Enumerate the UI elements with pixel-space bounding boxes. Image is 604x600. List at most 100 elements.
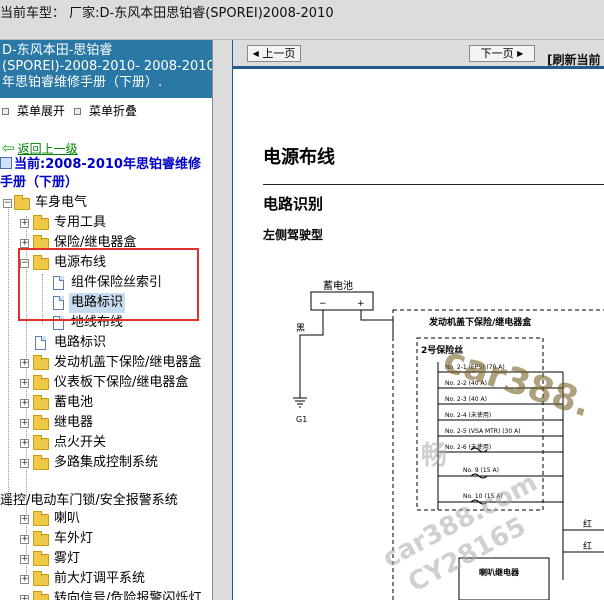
tree-item-horn[interactable]: + 喇叭 xyxy=(0,509,212,529)
tree-item-label: 车身电气 xyxy=(35,195,88,210)
next-page-label: 下一页 xyxy=(480,47,514,60)
fuse-label: No. 10 (15 A) xyxy=(463,493,503,500)
collapse-toggle-icon[interactable]: − xyxy=(3,199,12,208)
tree-item-label: 喇叭 xyxy=(54,511,81,526)
tree-item-label: 车外灯 xyxy=(54,531,94,546)
expand-toggle-icon[interactable]: + xyxy=(20,439,29,448)
manual-icon xyxy=(0,157,12,169)
ground-symbol xyxy=(293,397,307,408)
back-link[interactable]: ⇦ 返回上一级 xyxy=(2,139,78,157)
tree-item-underdash-box[interactable]: + 仪表板下保险/继电器盒 xyxy=(0,373,212,393)
expand-toggle-icon[interactable]: + xyxy=(20,595,29,600)
tree-item-label: 遥控/电动车门锁/安全报警系统 xyxy=(0,493,178,508)
wiring-diagram: 蓄电池 − + 黑 G1 发动机盖下保险/继电器盒 2号保险丝 No. 2-1 … xyxy=(293,280,604,600)
window-title: 当前车型： 厂家:D-东风本田思铂睿(SPOREI)2008-2010 xyxy=(0,6,334,21)
prev-page-label: 上一页 xyxy=(262,47,296,60)
section-subtitle: 左侧驾驶型 xyxy=(263,228,324,242)
manual-header-line: D-东风本田-思铂睿 xyxy=(2,43,113,58)
battery-plus: + xyxy=(357,299,365,309)
folder-open-icon xyxy=(14,195,30,210)
tree-item-label: 转向信号/危险报警闪烁灯 xyxy=(54,591,202,600)
title-rule xyxy=(263,184,604,185)
tree-item-mics[interactable]: + 多路集成控制系统 xyxy=(0,453,212,473)
folder-icon xyxy=(33,355,49,370)
document-icon xyxy=(35,336,46,350)
collapse-all-button[interactable]: 菜单折叠 xyxy=(74,102,137,119)
expand-toggle-icon[interactable]: + xyxy=(20,575,29,584)
tree-item-turn-signal[interactable]: + 转向信号/危险报警闪烁灯 xyxy=(0,589,212,600)
folder-icon xyxy=(33,511,49,526)
next-arrow-icon: ▶ xyxy=(517,49,524,58)
nav-divider xyxy=(233,66,604,69)
fuse-label: No. 9 (15 A) xyxy=(463,467,499,474)
current-manual[interactable]: 当前:2008-2010年思铂睿维修手册（下册） xyxy=(0,156,212,192)
title-bar: 当前车型： 厂家:D-东风本田思铂睿(SPOREI)2008-2010 xyxy=(0,0,604,40)
prev-arrow-icon: ◀ xyxy=(252,49,259,58)
tree-item-exterior-lights[interactable]: + 车外灯 xyxy=(0,529,212,549)
black-wire-label: 黑 xyxy=(296,323,305,334)
tree-item-label: 发动机盖下保险/继电器盒 xyxy=(54,355,202,370)
tree-item-label: 专用工具 xyxy=(54,215,107,230)
back-link-label: 返回上一级 xyxy=(17,142,78,156)
folder-icon xyxy=(33,571,49,586)
panel-splitter[interactable] xyxy=(213,40,233,600)
next-page-button[interactable]: 下一页 ▶ xyxy=(469,45,535,62)
ground-label: G1 xyxy=(296,415,307,424)
tree-item-body-electrical[interactable]: − 车身电气 xyxy=(0,193,212,213)
fuse-label: No. 2-1 (EPS) (70 A) xyxy=(445,364,505,371)
expand-toggle-icon[interactable]: + xyxy=(20,219,29,228)
manual-header-line: 年思铂睿维修手册（下册）. xyxy=(2,75,163,90)
document-title: 电源布线 xyxy=(263,147,335,168)
expand-all-button[interactable]: 菜单展开 xyxy=(2,102,65,119)
expand-toggle-icon[interactable]: + xyxy=(20,515,29,524)
battery-label: 蓄电池 xyxy=(323,280,353,292)
folder-icon xyxy=(33,455,49,470)
tree-item-label: 仪表板下保险/继电器盒 xyxy=(54,375,189,390)
section-title: 电路识别 xyxy=(263,195,324,213)
tree-item-underhood-box[interactable]: + 发动机盖下保险/继电器盒 xyxy=(0,353,212,373)
tree-item-ignition-switch[interactable]: + 点火开关 xyxy=(0,433,212,453)
collapse-all-label: 菜单折叠 xyxy=(89,104,138,118)
folder-icon xyxy=(33,531,49,546)
tree-item-label: 雾灯 xyxy=(54,551,81,566)
tree-item-headlight-leveling[interactable]: + 前大灯调平系统 xyxy=(0,569,212,589)
prev-page-button[interactable]: ◀ 上一页 xyxy=(247,45,301,62)
red-wire-label: 红 xyxy=(583,518,592,530)
tree-item-special-tools[interactable]: + 专用工具 xyxy=(0,213,212,233)
red-wire-label: 红 xyxy=(583,540,592,552)
folder-icon xyxy=(33,415,49,430)
expand-toggle-icon[interactable]: + xyxy=(20,459,29,468)
tree-item-label: 多路集成控制系统 xyxy=(54,455,159,470)
expand-toggle-icon[interactable]: + xyxy=(20,359,29,368)
fuse-label: No. 2-3 (40 A) xyxy=(445,396,487,403)
fuse-label: No. 2-2 (40 A) xyxy=(445,380,487,387)
tree-item-label: 继电器 xyxy=(54,415,94,430)
page-nav-bar: ◀ 上一页 下一页 ▶ [刷新当前 xyxy=(233,40,604,67)
left-nav-panel: D-东风本田-思铂睿 (SPOREI)-2008-2010- 2008-2010… xyxy=(0,40,213,600)
tree-item-relays[interactable]: + 继电器 xyxy=(0,413,212,433)
tree-item-label: 点火开关 xyxy=(54,435,107,450)
fuse-label: No. 2-4 (未使用) xyxy=(445,411,491,419)
tree-item-label: 电路标识 xyxy=(54,335,107,350)
folder-icon xyxy=(33,591,49,600)
tree-item-label: 前大灯调平系统 xyxy=(54,571,146,586)
folder-icon xyxy=(33,395,49,410)
expand-toggle-icon[interactable]: + xyxy=(20,239,29,248)
expand-toggle-icon[interactable]: + xyxy=(20,419,29,428)
battery-minus: − xyxy=(319,299,327,309)
tree-item-circuit-id[interactable]: 电路标识 xyxy=(0,333,212,353)
manual-header: D-东风本田-思铂睿 (SPOREI)-2008-2010- 2008-2010… xyxy=(0,40,213,98)
tree-item-battery[interactable]: + 蓄电池 xyxy=(0,393,212,413)
expand-toggle-icon[interactable]: + xyxy=(20,555,29,564)
collapse-icon xyxy=(74,108,81,115)
tree-item-keyless-door-lock[interactable]: 遥控/电动车门锁/安全报警系统 xyxy=(0,491,212,511)
fuse-label: No. 2-6 (未使用) xyxy=(445,443,491,451)
highlight-box xyxy=(18,248,199,321)
manual-header-line: (SPOREI)-2008-2010- 2008-2010 xyxy=(2,59,213,74)
expand-toggle-icon[interactable]: + xyxy=(20,399,29,408)
expand-toggle-icon[interactable]: + xyxy=(20,379,29,388)
tree-item-fog-lights[interactable]: + 雾灯 xyxy=(0,549,212,569)
expand-toggle-icon[interactable]: + xyxy=(20,535,29,544)
folder-icon xyxy=(33,215,49,230)
expand-all-label: 菜单展开 xyxy=(17,104,66,118)
